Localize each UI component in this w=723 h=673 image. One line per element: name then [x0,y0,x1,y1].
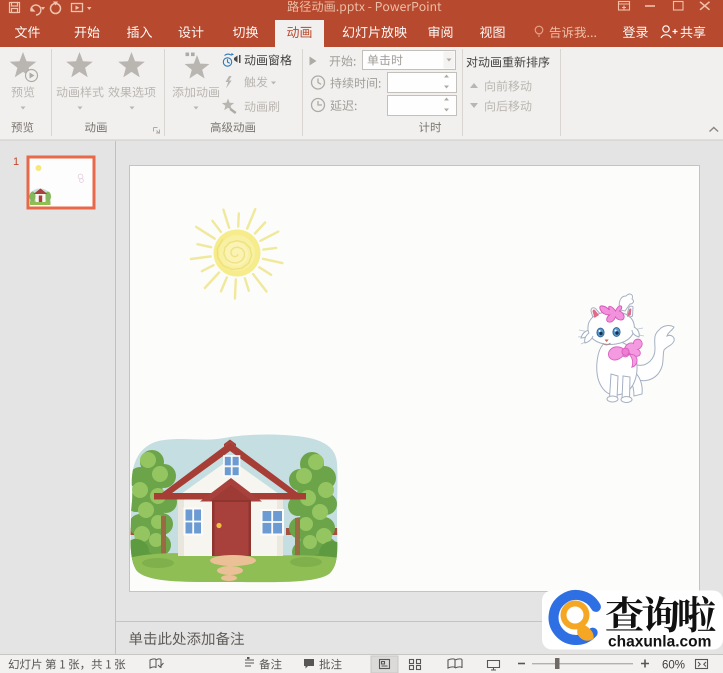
svg-text:1: 1 [13,156,19,168]
svg-text:60%: 60% [662,660,685,672]
svg-text:chaxunla.com: chaxunla.com [608,634,711,651]
